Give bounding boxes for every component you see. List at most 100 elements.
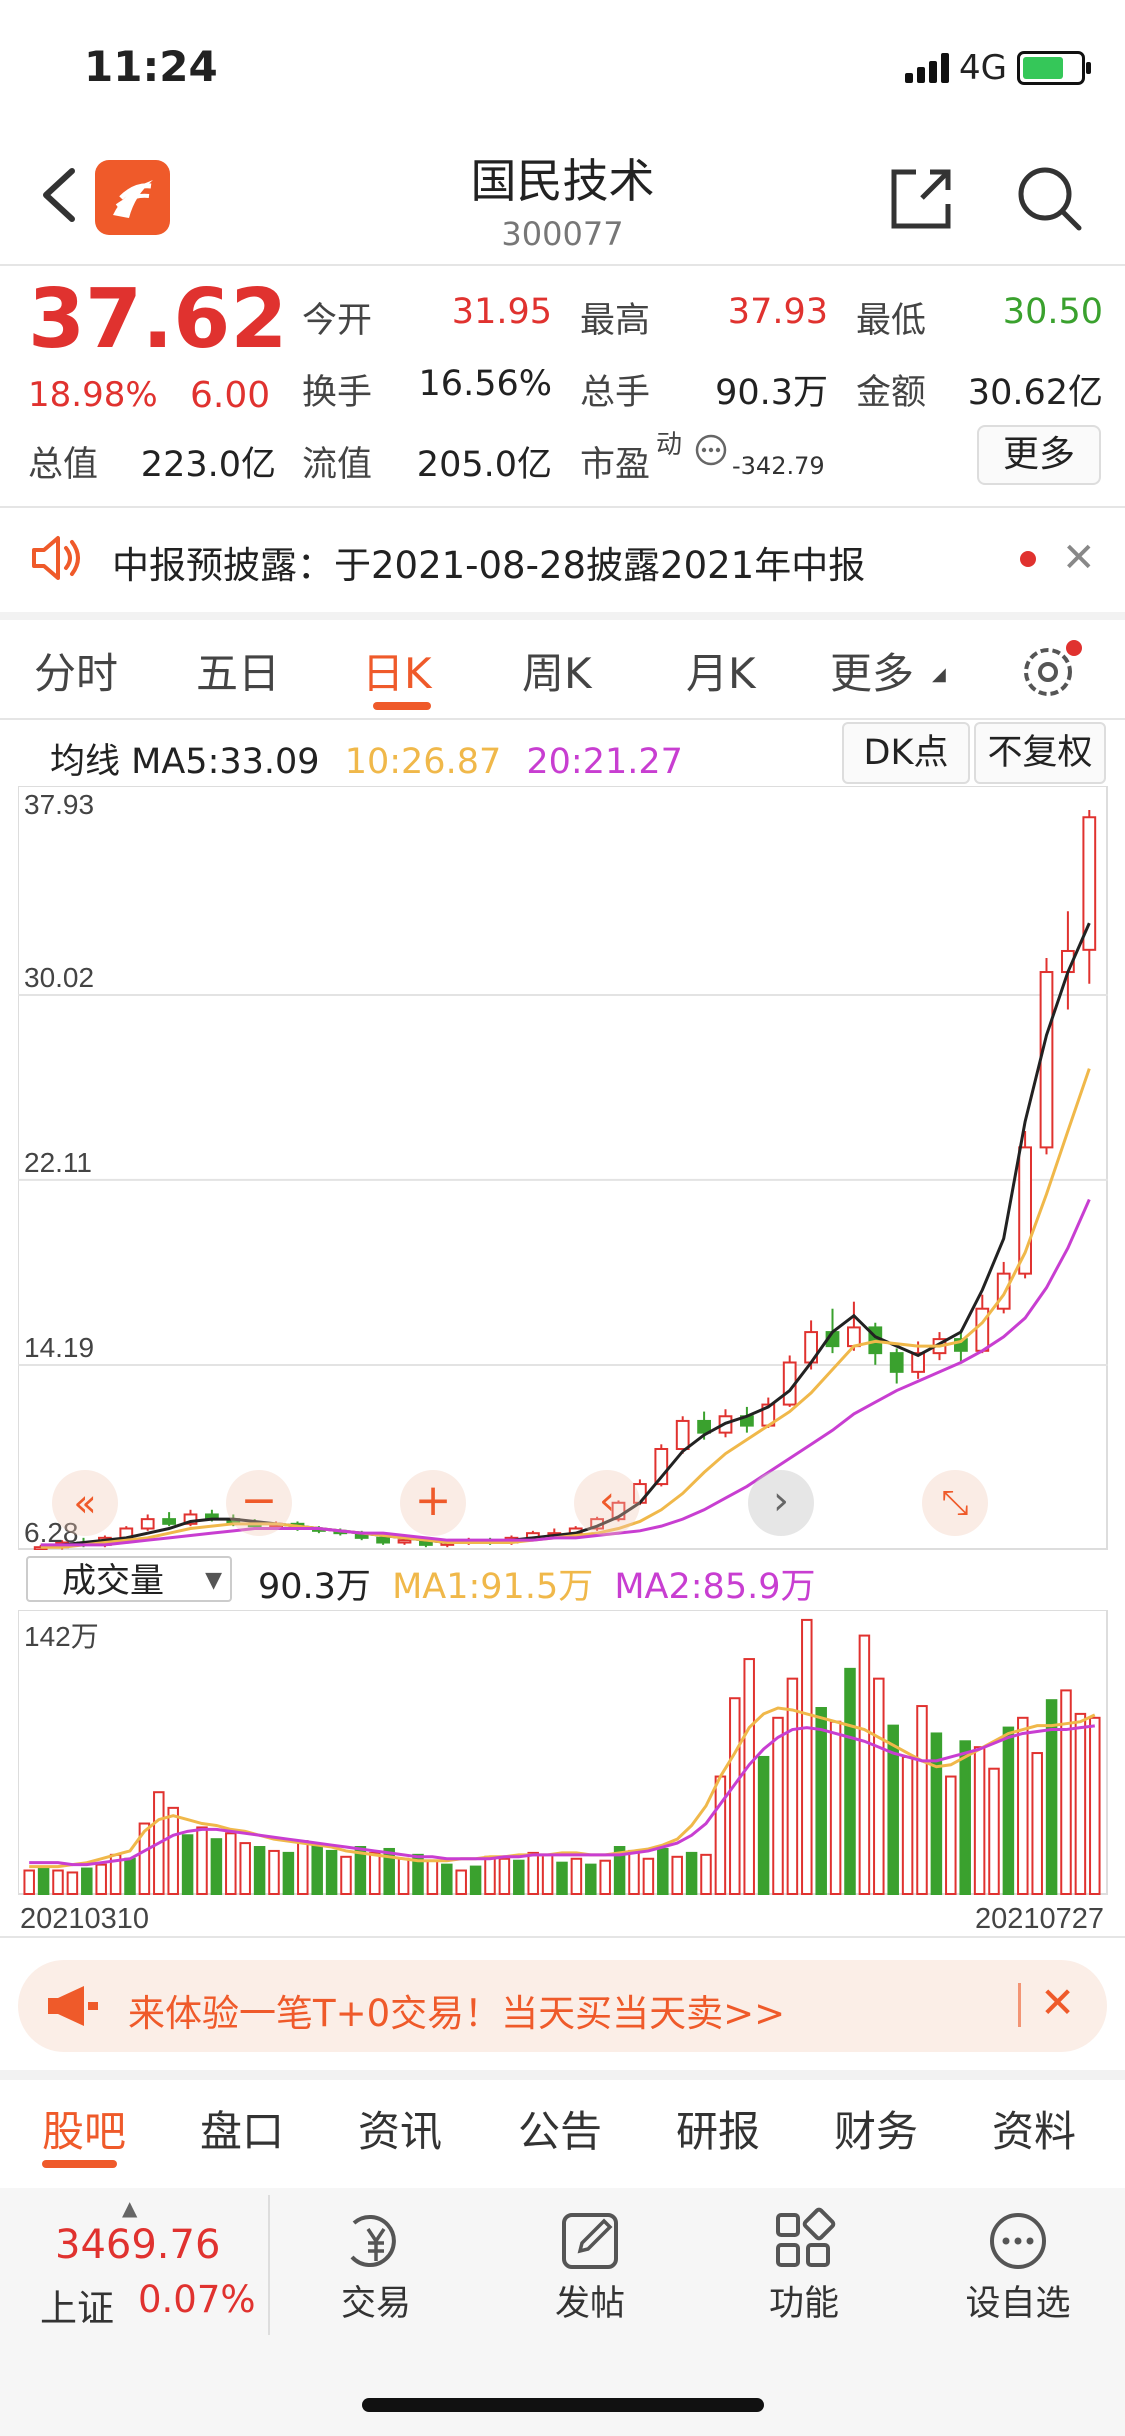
index-value[interactable]: 3469.76 <box>55 2222 220 2268</box>
adjust-button[interactable]: 不复权 <box>974 722 1106 784</box>
bottom-divider <box>268 2195 270 2335</box>
volume-bar <box>66 1871 79 1895</box>
change-amount: 6.00 <box>190 375 271 416</box>
nav-post[interactable]: 发帖 <box>520 2205 660 2326</box>
volume-bar <box>441 1863 453 1896</box>
gear-icon[interactable] <box>1018 638 1084 704</box>
volume-bar <box>585 1863 597 1896</box>
volume-bar <box>340 1855 352 1895</box>
mktcap-label: 总值 <box>28 445 99 485</box>
volume-bar <box>743 1658 755 1896</box>
volume-bar <box>369 1851 381 1896</box>
home-indicator <box>362 2398 764 2412</box>
nav-functions-label: 功能 <box>768 2284 839 2324</box>
tab-news[interactable]: 资讯 <box>358 2098 442 2159</box>
volume-bar <box>973 1746 986 1895</box>
volume-chart[interactable]: 142万 20210310 20210727 <box>18 1610 1108 1940</box>
volume-bar <box>1074 1712 1087 1895</box>
tab-daily-k[interactable]: 日K <box>362 640 432 701</box>
volume-bar <box>772 1716 784 1896</box>
volume-bar <box>700 1853 712 1896</box>
status-indicators: 4G <box>905 48 1091 88</box>
volume-bar <box>1089 1716 1101 1896</box>
ma20-value: 20:21.27 <box>526 742 683 782</box>
megaphone-icon <box>48 1986 98 2026</box>
tab-pankou[interactable]: 盘口 <box>200 2098 284 2159</box>
candle <box>376 1536 390 1544</box>
tab-intraday[interactable]: 分时 <box>34 640 118 701</box>
unread-dot <box>1020 551 1036 567</box>
volume-indicator-select[interactable]: 成交量 ▼ <box>26 1556 232 1602</box>
arrow-up-icon: ▲ <box>122 2196 138 2220</box>
pe-dynamic-mark: 动 <box>656 430 683 460</box>
tab-finance[interactable]: 财务 <box>834 2098 918 2159</box>
status-time: 11:24 <box>84 42 218 91</box>
amount-label: 金额 <box>856 373 927 413</box>
nav-watchlist[interactable]: 设自选 <box>948 2205 1088 2326</box>
close-icon[interactable]: ✕ <box>1062 535 1096 581</box>
index-percent[interactable]: 0.07% <box>138 2278 256 2321</box>
high-value: 37.93 <box>727 292 828 332</box>
low-value: 30.50 <box>1002 292 1103 332</box>
tab-announcements[interactable]: 公告 <box>518 2098 602 2159</box>
close-icon[interactable]: ✕ <box>1040 1978 1075 2027</box>
index-name[interactable]: 上证 <box>40 2278 114 2332</box>
candle <box>697 1419 711 1434</box>
volume-label: 总手 <box>580 373 651 413</box>
volume-bar <box>628 1849 640 1896</box>
next-icon[interactable]: › <box>748 1470 814 1536</box>
tab-weekly-k[interactable]: 周K <box>522 640 592 701</box>
volume-ma1: MA1:91.5万 <box>392 1567 594 1607</box>
tab-guba[interactable]: 股吧 <box>42 2098 126 2159</box>
volume-bar <box>642 1857 655 1895</box>
volume-bar <box>1017 1716 1029 1896</box>
volume-bar <box>52 1869 64 1896</box>
tab-five-day[interactable]: 五日 <box>196 640 280 701</box>
volume-bar <box>916 1705 928 1895</box>
tab-profile[interactable]: 资料 <box>992 2098 1076 2159</box>
kline-chart[interactable]: 37.9330.0222.1114.196.28 <box>18 786 1108 1550</box>
network-label: 4G <box>959 48 1007 88</box>
active-tab-indicator <box>42 2160 117 2168</box>
divider <box>0 506 1125 508</box>
fullscreen-icon[interactable]: ⤡ <box>922 1470 988 1536</box>
stock-code: 300077 <box>501 215 624 253</box>
volume-bar <box>253 1846 266 1895</box>
dk-point-button[interactable]: DK点 <box>842 722 970 784</box>
speaker-icon <box>32 536 80 580</box>
zoom-in-icon[interactable]: + <box>400 1470 466 1536</box>
candle <box>675 1419 690 1450</box>
volume-bar <box>945 1775 957 1896</box>
volume-bar <box>268 1849 280 1896</box>
zoom-out-icon[interactable]: − <box>226 1470 292 1536</box>
search-icon[interactable] <box>1015 164 1085 234</box>
info-icon[interactable] <box>694 433 728 467</box>
volume-bar <box>685 1851 698 1896</box>
yen-icon <box>350 2215 396 2267</box>
ma10-value: 10:26.87 <box>344 742 502 782</box>
promo-text[interactable]: 来体验一笔T+0交易！当天买当天卖>> <box>128 1983 785 2037</box>
tab-research[interactable]: 研报 <box>676 2098 760 2159</box>
tab-more[interactable]: 更多 <box>830 640 914 701</box>
volume-bar <box>167 1806 179 1896</box>
prev-icon[interactable]: ‹ <box>574 1470 640 1536</box>
dropdown-icon: ▼ <box>205 1568 222 1593</box>
x-tick-label: 20210310 <box>20 1903 149 1935</box>
nav-trade[interactable]: 交易 <box>306 2205 446 2326</box>
edit-icon <box>562 2213 618 2269</box>
change-percent: 18.98% <box>28 375 158 415</box>
volume-bar <box>901 1755 914 1895</box>
y-tick-label: 142万 <box>24 1621 99 1652</box>
volume-bar <box>1002 1726 1015 1895</box>
nav-functions[interactable]: 功能 <box>734 2205 874 2326</box>
volume-select-label: 成交量 <box>62 1561 164 1601</box>
divider <box>0 718 1125 720</box>
notice-text[interactable]: 中报预披露：于2021-08-28披露2021年中报 <box>112 535 865 589</box>
share-icon[interactable] <box>886 164 956 234</box>
rewind-icon[interactable]: « <box>52 1470 118 1536</box>
volume-bar <box>599 1859 611 1895</box>
amount-value: 30.62亿 <box>967 373 1103 413</box>
tab-monthly-k[interactable]: 月K <box>686 640 756 701</box>
more-button[interactable]: 更多 <box>977 425 1101 485</box>
divider <box>0 2070 1125 2080</box>
